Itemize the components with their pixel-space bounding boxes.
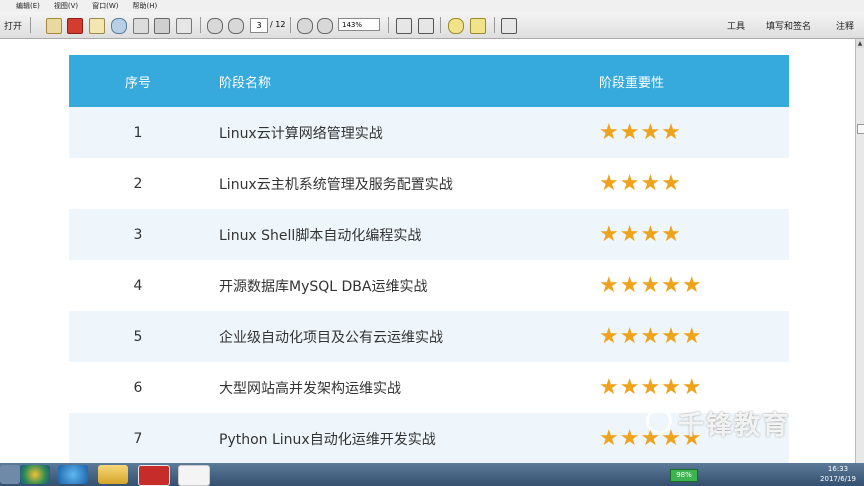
menu-help[interactable]: 帮助(H) bbox=[133, 1, 158, 11]
table-row: 3 Linux Shell脚本自动化编程实战 ★★★★ bbox=[69, 209, 789, 260]
row-name: Python Linux自动化运维开发实战 bbox=[207, 413, 599, 463]
print-icon[interactable] bbox=[154, 18, 170, 34]
explorer-icon[interactable] bbox=[98, 465, 128, 484]
start-button-icon[interactable] bbox=[20, 465, 50, 484]
vertical-scrollbar[interactable]: ▲ bbox=[855, 39, 864, 463]
star-rating: ★★★★ bbox=[599, 120, 682, 145]
fullscreen-icon[interactable] bbox=[501, 18, 517, 34]
arrow-down-icon[interactable] bbox=[228, 18, 244, 34]
open-button[interactable]: 打开 bbox=[4, 17, 22, 33]
taskbar: 98% 16:33 2017/6/19 bbox=[0, 463, 864, 486]
row-no: 4 bbox=[69, 260, 207, 311]
acrobat-icon[interactable] bbox=[67, 18, 83, 34]
edit-icon[interactable] bbox=[89, 18, 105, 34]
email-icon[interactable] bbox=[176, 18, 192, 34]
table-header: 序号 阶段名称 阶段重要性 bbox=[69, 55, 789, 107]
menu-view[interactable]: 视图(V) bbox=[54, 1, 78, 11]
fit-page-icon[interactable] bbox=[396, 18, 412, 34]
row-no: 7 bbox=[69, 413, 207, 463]
header-no: 序号 bbox=[69, 55, 207, 107]
acrobat-task-icon[interactable] bbox=[138, 465, 170, 486]
table-row: 2 Linux云主机系统管理及服务配置实战 ★★★★ bbox=[69, 158, 789, 209]
row-name: 大型网站高并发架构运维实战 bbox=[207, 362, 599, 413]
zoom-in-icon[interactable] bbox=[317, 18, 333, 34]
save-icon[interactable] bbox=[133, 18, 149, 34]
start-panel[interactable] bbox=[0, 465, 20, 484]
toolbar-separator bbox=[200, 17, 201, 33]
toolbar-separator bbox=[30, 17, 31, 33]
row-name: 企业级自动化项目及公有云运维实战 bbox=[207, 311, 599, 362]
highlight-icon[interactable] bbox=[470, 18, 486, 34]
battery-status[interactable]: 98% bbox=[670, 469, 698, 482]
create-pdf-icon[interactable] bbox=[46, 18, 62, 34]
toolbar-separator bbox=[388, 17, 389, 33]
system-tray: 98% 16:33 2017/6/19 bbox=[666, 463, 864, 486]
row-no: 1 bbox=[69, 107, 207, 158]
comment-icon[interactable] bbox=[448, 18, 464, 34]
clock-date: 2017/6/19 bbox=[820, 475, 856, 483]
table-row: 4 开源数据库MySQL DBA运维实战 ★★★★★ bbox=[69, 260, 789, 311]
toolbar-separator bbox=[290, 17, 291, 33]
zoom-select[interactable]: 143% bbox=[338, 18, 380, 31]
fill-sign-pane-button[interactable]: 填写和签名 bbox=[766, 19, 811, 32]
menu-window[interactable]: 窗口(W) bbox=[92, 1, 118, 11]
comment-pane-button[interactable]: 注释 bbox=[836, 19, 854, 32]
row-name: Linux Shell脚本自动化编程实战 bbox=[207, 209, 599, 260]
row-name: Linux云主机系统管理及服务配置实战 bbox=[207, 158, 599, 209]
clock[interactable]: 16:33 2017/6/19 bbox=[816, 464, 860, 484]
menu-bar: 编辑(E) 视图(V) 窗口(W) 帮助(H) bbox=[0, 0, 864, 12]
toolbar-separator bbox=[494, 17, 495, 33]
fit-width-icon[interactable] bbox=[418, 18, 434, 34]
table-row: 5 企业级自动化项目及公有云运维实战 ★★★★★ bbox=[69, 311, 789, 362]
document-page: 序号 阶段名称 阶段重要性 1 Linux云计算网络管理实战 ★★★★ 2 Li… bbox=[0, 39, 855, 463]
star-rating: ★★★★ bbox=[599, 171, 682, 196]
row-name: 开源数据库MySQL DBA运维实战 bbox=[207, 260, 599, 311]
ie-icon[interactable] bbox=[58, 465, 88, 484]
clock-time: 16:33 bbox=[827, 465, 849, 473]
stage-table: 序号 阶段名称 阶段重要性 1 Linux云计算网络管理实战 ★★★★ 2 Li… bbox=[69, 55, 789, 463]
toolbar-separator bbox=[440, 17, 441, 33]
scroll-up-icon[interactable]: ▲ bbox=[856, 39, 864, 48]
cloud-upload-icon[interactable] bbox=[111, 18, 127, 34]
row-no: 6 bbox=[69, 362, 207, 413]
header-importance: 阶段重要性 bbox=[599, 55, 789, 107]
app-task-icon[interactable] bbox=[178, 465, 210, 486]
header-name: 阶段名称 bbox=[207, 55, 599, 107]
watermark-logo-icon bbox=[646, 408, 672, 434]
star-rating: ★★★★ bbox=[599, 222, 682, 247]
watermark-tm: TM bbox=[818, 405, 830, 414]
tools-pane-button[interactable]: 工具 bbox=[727, 19, 745, 32]
zoom-out-icon[interactable] bbox=[297, 18, 313, 34]
row-name: Linux云计算网络管理实战 bbox=[207, 107, 599, 158]
watermark-text: 千锋教育 bbox=[678, 411, 791, 441]
toolbar: 打开 3 / 12 143% 工具 填写和签名 注释 bbox=[0, 12, 864, 39]
arrow-up-icon[interactable] bbox=[207, 18, 223, 34]
row-no: 3 bbox=[69, 209, 207, 260]
row-no: 5 bbox=[69, 311, 207, 362]
star-rating: ★★★★★ bbox=[599, 324, 703, 349]
menu-edit[interactable]: 编辑(E) bbox=[16, 1, 40, 11]
star-rating: ★★★★★ bbox=[599, 273, 703, 298]
table-row: 1 Linux云计算网络管理实战 ★★★★ bbox=[69, 107, 789, 158]
scroll-thumb[interactable] bbox=[857, 124, 864, 134]
page-total: / 12 bbox=[270, 20, 286, 29]
star-rating: ★★★★★ bbox=[599, 375, 703, 400]
page-number-input[interactable]: 3 bbox=[250, 18, 268, 33]
row-no: 2 bbox=[69, 158, 207, 209]
